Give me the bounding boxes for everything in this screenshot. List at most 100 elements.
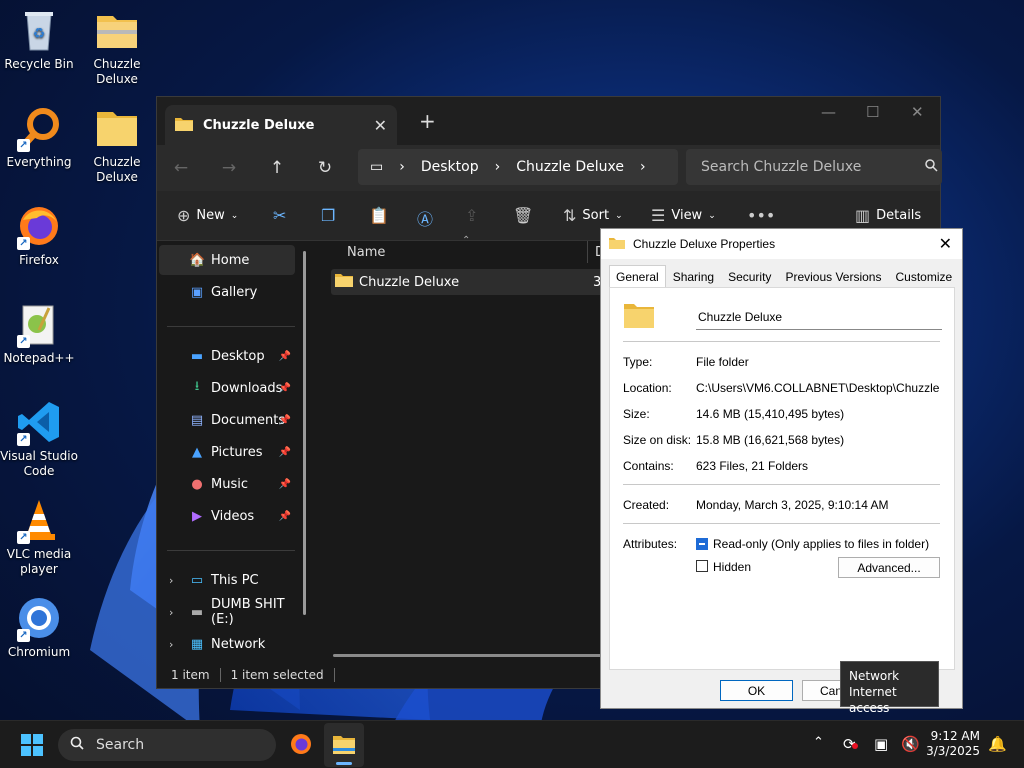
chevron-right-icon: › — [399, 159, 405, 175]
forward-arrow-icon[interactable]: → — [205, 158, 253, 178]
checkbox-unchecked[interactable] — [696, 560, 708, 572]
pin-icon[interactable]: 📌 — [279, 351, 291, 362]
desktop-icon-recycle-bin[interactable]: ♻ Recycle Bin — [0, 6, 78, 72]
plus-circle-icon: ⊕ — [177, 206, 191, 225]
nav-item-music[interactable]: ● Music 📌 — [159, 469, 295, 499]
clock-time: 9:12 AM — [930, 729, 980, 743]
windows-start-icon[interactable] — [21, 734, 43, 759]
horizontal-scrollbar[interactable] — [333, 654, 603, 657]
tab-general[interactable]: General — [609, 265, 666, 289]
minimize-icon[interactable]: — — [821, 103, 836, 121]
ok-button[interactable]: OK — [720, 680, 793, 701]
checkbox-indeterminate[interactable] — [696, 538, 708, 550]
hidden-checkbox[interactable]: Hidden — [696, 560, 751, 574]
tab-security[interactable]: Security — [721, 265, 778, 289]
breadcrumb-desktop[interactable]: Desktop — [421, 159, 479, 175]
notification-bell-icon[interactable]: 🔔 — [988, 735, 1007, 753]
taskbar-search[interactable]: Search — [58, 729, 276, 761]
clock[interactable]: 9:12 AM 3/3/2025 — [926, 729, 980, 759]
breadcrumb[interactable]: ▭ › Desktop › Chuzzle Deluxe › — [358, 149, 678, 185]
desktop-icon-firefox[interactable]: ↗ Firefox — [0, 202, 78, 268]
copy-button[interactable]: ❐ — [321, 206, 335, 225]
readonly-checkbox[interactable]: Read-only (Only applies to files in fold… — [696, 537, 943, 551]
search-input[interactable]: Search Chuzzle Deluxe — [686, 149, 942, 185]
delete-button[interactable]: 🗑 — [513, 206, 533, 225]
nav-item-videos[interactable]: ▶ Videos 📌 — [159, 501, 295, 531]
desktop-icon-chromium[interactable]: ↗ Chromium — [0, 594, 78, 660]
sort-ascending-icon: ⌃ — [462, 235, 471, 246]
pin-icon[interactable]: 📌 — [279, 479, 291, 490]
breadcrumb-chuzzle-deluxe[interactable]: Chuzzle Deluxe — [516, 159, 624, 175]
rename-button[interactable]: Ⓐ — [417, 206, 433, 230]
nav-scrollbar[interactable] — [303, 251, 306, 615]
nav-item-home[interactable]: 🏠 Home — [159, 245, 295, 275]
nav-item-downloads[interactable]: ⭳ Downloads 📌 — [159, 373, 295, 403]
nav-item-documents[interactable]: ▤ Documents 📌 — [159, 405, 295, 435]
pin-icon[interactable]: 📌 — [279, 383, 291, 394]
network-icon[interactable]: ▣ — [874, 735, 888, 753]
nav-item-gallery[interactable]: ▣ Gallery — [159, 277, 295, 307]
prop-size: Size: 14.6 MB (15,410,495 bytes) — [623, 407, 943, 421]
details-button[interactable]: ▥ Details — [855, 206, 921, 225]
gallery-icon: ▣ — [190, 284, 204, 300]
desktop-icon-notepadpp[interactable]: ↗ Notepad++ — [0, 300, 78, 366]
desktop-icon-chuzzle-folder[interactable]: Chuzzle Deluxe — [78, 104, 156, 185]
nav-item-pictures[interactable]: ▲ Pictures 📌 — [159, 437, 295, 467]
prop-label: Attributes: — [623, 537, 678, 551]
tab-sharing[interactable]: Sharing — [666, 265, 721, 289]
tab-previous-versions[interactable]: Previous Versions — [778, 265, 888, 289]
sort-button[interactable]: ⇅ Sort ⌄ — [563, 206, 623, 225]
pin-icon[interactable]: 📌 — [279, 415, 291, 426]
explorer-taskbar-button[interactable] — [324, 723, 364, 767]
chevron-up-icon[interactable]: ⌃ — [813, 735, 824, 750]
vscode-icon: ↗ — [15, 398, 63, 446]
volume-muted-icon[interactable]: 🔇 — [901, 735, 920, 753]
column-header-name[interactable]: Name — [347, 245, 385, 260]
pin-icon[interactable]: 📌 — [279, 511, 291, 522]
close-window-icon[interactable]: ✕ — [911, 103, 924, 121]
pictures-icon: ▲ — [192, 444, 202, 460]
new-tab-icon[interactable]: + — [419, 109, 436, 133]
paste-button[interactable]: 📋 — [369, 206, 389, 225]
desktop-icon-vlc[interactable]: ↗ VLC media player — [0, 496, 78, 577]
prop-label: Contains: — [623, 459, 674, 473]
chevron-right-icon[interactable]: › — [169, 606, 173, 619]
nav-label: This PC — [211, 572, 259, 588]
column-divider — [587, 241, 588, 263]
file-row[interactable]: Chuzzle Deluxe 3 — [331, 269, 611, 295]
pin-icon[interactable]: 📌 — [279, 447, 291, 458]
folder-name-input[interactable]: Chuzzle Deluxe — [696, 306, 942, 330]
search-icon — [70, 736, 84, 754]
up-arrow-icon[interactable]: ↑ — [253, 158, 301, 178]
cut-button[interactable]: ✂ — [273, 206, 286, 225]
new-button[interactable]: ⊕ New ⌄ — [177, 206, 238, 225]
desktop-icon-everything[interactable]: ↗ Everything — [0, 104, 78, 170]
network-icon: ▦ — [190, 636, 204, 652]
advanced-button[interactable]: Advanced... — [838, 557, 940, 578]
chevron-right-icon[interactable]: › — [169, 638, 173, 651]
tab-chuzzle-deluxe[interactable]: Chuzzle Deluxe ✕ — [165, 105, 397, 145]
nav-item-this-pc[interactable]: › ▭ This PC — [159, 565, 295, 595]
nav-item-desktop[interactable]: ▬ Desktop 📌 — [159, 341, 295, 371]
update-sync-icon[interactable]: ⟳ — [843, 735, 858, 753]
firefox-taskbar-icon[interactable] — [289, 732, 313, 759]
more-options-button[interactable]: ••• — [747, 206, 775, 225]
view-button[interactable]: ☰ View ⌄ — [651, 206, 716, 225]
prop-contains: Contains: 623 Files, 21 Folders — [623, 459, 943, 473]
nav-item-network[interactable]: › ▦ Network — [159, 629, 295, 659]
sort-icon: ⇅ — [563, 206, 577, 225]
back-arrow-icon[interactable]: ← — [157, 158, 205, 178]
prop-label: Created: — [623, 498, 670, 512]
shortcut-arrow-icon: ↗ — [17, 139, 30, 152]
close-dialog-icon[interactable]: ✕ — [939, 234, 952, 254]
maximize-icon[interactable]: ☐ — [866, 103, 879, 121]
share-button[interactable]: ⇪ — [465, 206, 478, 225]
properties-dialog: Chuzzle Deluxe Properties ✕ General Shar… — [600, 228, 963, 709]
nav-item-drive-e[interactable]: › ▬ DUMB SHIT (E:) — [159, 597, 295, 627]
refresh-icon[interactable]: ↻ — [301, 158, 349, 178]
desktop-icon-chuzzle-zip[interactable]: Chuzzle Deluxe — [78, 6, 156, 87]
chevron-right-icon[interactable]: › — [169, 574, 173, 587]
close-tab-icon[interactable]: ✕ — [374, 116, 387, 135]
tab-customize[interactable]: Customize — [888, 265, 959, 289]
desktop-icon-vscode[interactable]: ↗ Visual Studio Code — [0, 398, 78, 479]
